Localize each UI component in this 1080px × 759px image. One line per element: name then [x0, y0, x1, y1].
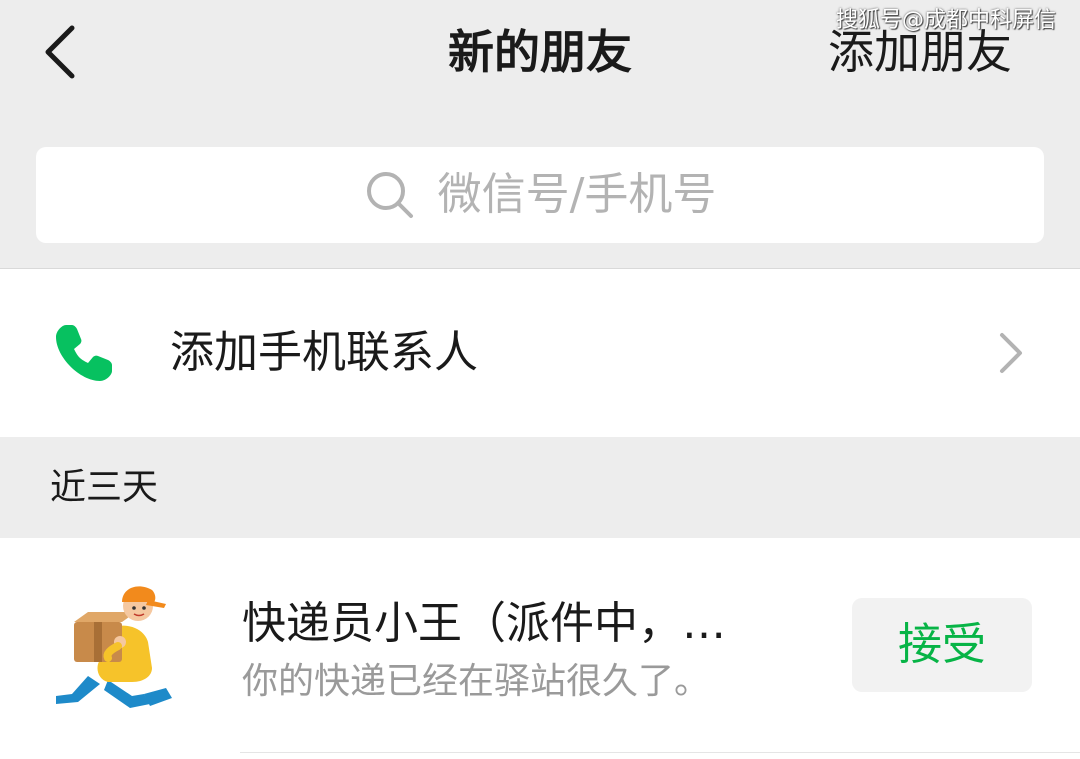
add-phone-contact-row[interactable]: 添加手机联系人: [0, 268, 1080, 437]
watermark: 搜狐号@成都中科屏信: [835, 8, 1056, 33]
divider: [240, 752, 1080, 753]
add-phone-contact-label: 添加手机联系人: [170, 327, 478, 378]
search-icon: [366, 172, 413, 218]
search-placeholder: 微信号/手机号: [437, 169, 717, 220]
top-bar: 新的朋友 添加朋友 搜狐号@成都中科屏信: [0, 0, 1080, 110]
accept-button[interactable]: 接受: [852, 598, 1032, 692]
search-input[interactable]: 微信号/手机号: [36, 147, 1044, 243]
phone-icon: [56, 325, 112, 381]
friend-request-row[interactable]: 快递员小王（派件中，… 你的快递已经在驿站很久了。 接受: [0, 538, 1080, 759]
chevron-right-icon: [1000, 333, 1022, 373]
new-friends-page: 新的朋友 添加朋友 搜狐号@成都中科屏信 微信号/手机号 添加手机联系人 近三天: [0, 0, 1080, 759]
search-inner: 微信号/手机号: [36, 147, 1044, 243]
courier-avatar-icon: [56, 586, 172, 708]
request-message: 你的快递已经在驿站很久了。: [242, 661, 711, 702]
section-header-recent: 近三天: [50, 467, 159, 508]
request-name: 快递员小王（派件中，…: [242, 598, 726, 649]
